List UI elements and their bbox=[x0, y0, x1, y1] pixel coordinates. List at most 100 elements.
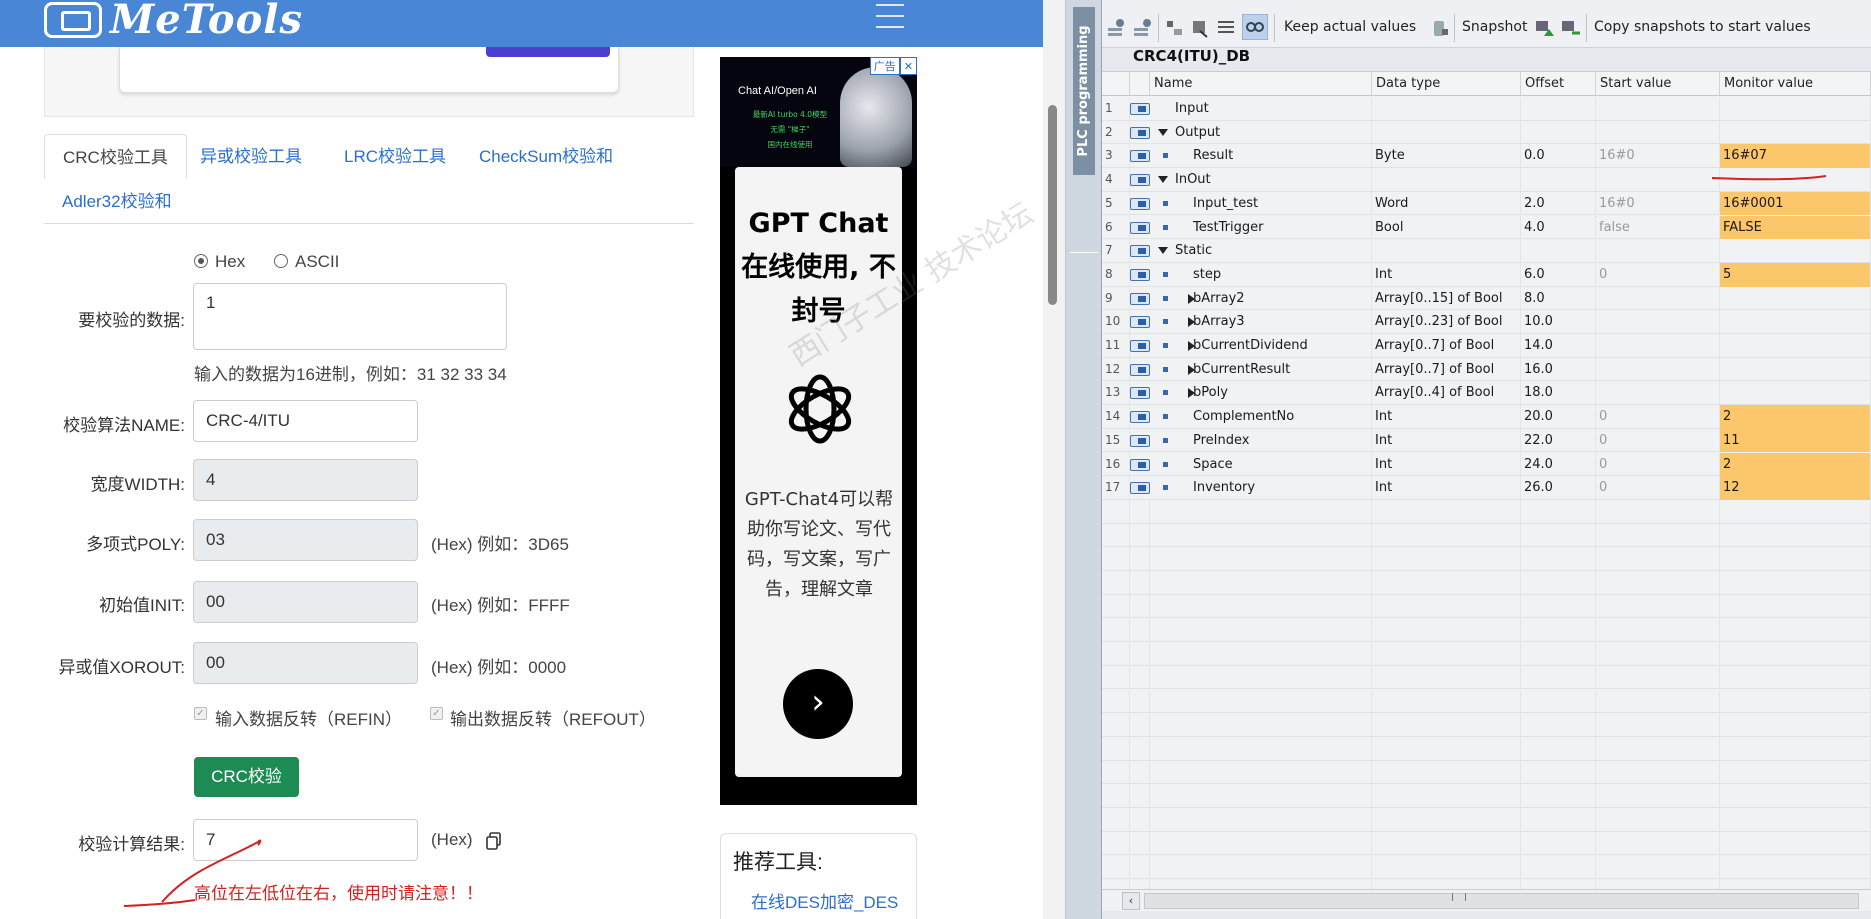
keep-actual-values-button[interactable]: Keep actual values bbox=[1284, 19, 1416, 35]
width-input[interactable]: 4 bbox=[193, 459, 418, 501]
member-start-value[interactable] bbox=[1596, 120, 1720, 145]
insert-row-icon[interactable] bbox=[1106, 18, 1126, 38]
member-name[interactable]: PreIndex bbox=[1190, 428, 1372, 453]
refin-checkbox[interactable]: ✓ bbox=[194, 707, 207, 720]
member-data-type[interactable] bbox=[1372, 120, 1521, 145]
member-data-type[interactable]: Array[0..4] of Bool bbox=[1372, 381, 1521, 406]
member-data-type[interactable]: Int bbox=[1372, 405, 1521, 429]
recommend-link[interactable]: 在线DES加密_DES bbox=[751, 888, 898, 913]
tab-xor[interactable]: 异或校验工具 bbox=[182, 134, 320, 179]
scrollbar-track[interactable] bbox=[1144, 893, 1859, 909]
name-input[interactable]: CRC-4/ITU bbox=[193, 400, 418, 442]
member-data-type[interactable]: Array[0..15] of Bool bbox=[1372, 286, 1521, 311]
ad-banner[interactable]: Chat AI/Open AI 最新AI turbo 4.0模型 无需 "梯子"… bbox=[720, 57, 917, 805]
table-row[interactable]: 9 bArray2 Array[0..15] of Bool 8.0 bbox=[1102, 286, 1871, 311]
member-start-value[interactable]: 0 bbox=[1596, 262, 1720, 287]
member-name[interactable]: Inventory bbox=[1190, 476, 1372, 500]
snapshot-button[interactable]: Snapshot bbox=[1462, 19, 1527, 35]
member-data-type[interactable]: Byte bbox=[1372, 144, 1521, 169]
member-start-value[interactable]: 16#0 bbox=[1596, 191, 1720, 216]
table-row[interactable]: 3 Result Byte 0.0 16#0 16#07 bbox=[1102, 144, 1871, 169]
scrollbar-grip-icon[interactable] bbox=[1452, 893, 1466, 901]
tab-crc[interactable]: CRC校验工具 bbox=[44, 134, 187, 179]
member-name[interactable]: Input_test bbox=[1190, 191, 1372, 216]
copy-snapshot-icon[interactable] bbox=[1560, 18, 1580, 38]
table-row[interactable]: 15 PreIndex Int 22.0 0 11 bbox=[1102, 428, 1871, 453]
data-textarea[interactable]: 1 bbox=[193, 283, 507, 350]
monitor-all-icon[interactable] bbox=[1242, 14, 1268, 40]
member-name[interactable]: step bbox=[1190, 262, 1372, 287]
table-row[interactable]: 13 bPoly Array[0..4] of Bool 18.0 bbox=[1102, 381, 1871, 406]
member-data-type[interactable]: Int bbox=[1372, 452, 1521, 477]
member-data-type[interactable]: Array[0..7] of Bool bbox=[1372, 334, 1521, 358]
add-row-icon[interactable] bbox=[1132, 18, 1152, 38]
xorout-input[interactable]: 00 bbox=[193, 642, 418, 684]
member-start-value[interactable] bbox=[1596, 334, 1720, 358]
header-monitor-value[interactable]: Monitor value bbox=[1720, 72, 1871, 96]
member-name[interactable]: bArray2 bbox=[1190, 286, 1372, 311]
member-name[interactable]: bCurrentDividend bbox=[1190, 334, 1372, 358]
tab-adler32[interactable]: Adler32校验和 bbox=[44, 179, 190, 224]
tab-checksum[interactable]: CheckSum校验和 bbox=[461, 134, 631, 179]
ad-card[interactable]: GPT Chat 在线使用, 不封号 GPT-Chat4可以帮助你写论文、写代码… bbox=[735, 167, 902, 777]
page-scrollbar[interactable] bbox=[1043, 0, 1065, 919]
tab-lrc[interactable]: LRC校验工具 bbox=[326, 134, 464, 179]
member-start-value[interactable] bbox=[1596, 168, 1720, 192]
member-data-type[interactable]: Int bbox=[1372, 428, 1521, 453]
member-data-type[interactable]: Int bbox=[1372, 476, 1521, 500]
table-row[interactable]: 7 Static bbox=[1102, 239, 1871, 263]
member-name[interactable]: Static bbox=[1172, 239, 1372, 263]
site-logo[interactable]: MeTools bbox=[44, 0, 303, 40]
collapse-arrow-icon[interactable] bbox=[1158, 247, 1168, 255]
table-row[interactable]: 4 InOut bbox=[1102, 168, 1871, 192]
table-row[interactable]: 14 ComplementNo Int 20.0 0 2 bbox=[1102, 405, 1871, 429]
member-data-type[interactable]: Bool bbox=[1372, 215, 1521, 240]
poly-input[interactable]: 03 bbox=[193, 519, 418, 561]
member-start-value[interactable] bbox=[1596, 381, 1720, 406]
member-start-value[interactable]: 0 bbox=[1596, 476, 1720, 500]
collapse-arrow-icon[interactable] bbox=[1158, 128, 1168, 136]
scroll-left-arrow-icon[interactable]: ‹ bbox=[1122, 892, 1140, 910]
load-snapshot-icon[interactable] bbox=[1534, 18, 1554, 38]
member-name[interactable]: ComplementNo bbox=[1190, 405, 1372, 429]
member-name[interactable]: InOut bbox=[1172, 168, 1372, 192]
ascii-radio[interactable] bbox=[274, 254, 288, 268]
table-row[interactable]: 12 bCurrentResult Array[0..7] of Bool 16.0 bbox=[1102, 357, 1871, 382]
member-name[interactable]: bPoly bbox=[1190, 381, 1372, 406]
table-h-scrollbar[interactable]: ‹ bbox=[1102, 889, 1871, 911]
init-input[interactable]: 00 bbox=[193, 581, 418, 623]
member-name[interactable]: bCurrentResult bbox=[1190, 357, 1372, 382]
member-data-type[interactable]: Int bbox=[1372, 262, 1521, 287]
member-start-value[interactable] bbox=[1596, 357, 1720, 382]
table-row[interactable]: 5 Input_test Word 2.0 16#0 16#0001 bbox=[1102, 191, 1871, 216]
member-start-value[interactable]: 0 bbox=[1596, 428, 1720, 453]
member-data-type[interactable]: Word bbox=[1372, 191, 1521, 216]
hamburger-menu-icon[interactable] bbox=[876, 4, 904, 28]
snapshot-icon[interactable] bbox=[1430, 18, 1450, 38]
ad-badge[interactable]: 广告 ✕ bbox=[869, 57, 917, 75]
table-row[interactable]: 2 Output bbox=[1102, 120, 1871, 145]
result-input[interactable]: 7 bbox=[193, 819, 418, 861]
table-row[interactable]: 17 Inventory Int 26.0 0 12 bbox=[1102, 476, 1871, 500]
ad-arrow-icon[interactable]: › bbox=[783, 669, 853, 739]
table-row[interactable]: 6 TestTrigger Bool 4.0 false FALSE bbox=[1102, 215, 1871, 240]
member-name[interactable]: bArray3 bbox=[1190, 310, 1372, 334]
header-data-type[interactable]: Data type bbox=[1372, 72, 1521, 96]
list-view-icon[interactable] bbox=[1216, 18, 1236, 38]
collapse-all-icon[interactable] bbox=[1190, 18, 1210, 38]
header-name[interactable]: Name bbox=[1150, 72, 1372, 96]
member-name[interactable]: Result bbox=[1190, 144, 1372, 169]
member-data-type[interactable]: Array[0..23] of Bool bbox=[1372, 310, 1521, 334]
member-data-type[interactable] bbox=[1372, 97, 1521, 121]
member-data-type[interactable]: Array[0..7] of Bool bbox=[1372, 357, 1521, 382]
member-start-value[interactable]: false bbox=[1596, 215, 1720, 240]
member-start-value[interactable] bbox=[1596, 97, 1720, 121]
member-name[interactable]: Output bbox=[1172, 120, 1372, 145]
member-start-value[interactable] bbox=[1596, 310, 1720, 334]
expand-all-icon[interactable] bbox=[1164, 18, 1184, 38]
header-offset[interactable]: Offset bbox=[1521, 72, 1596, 96]
member-start-value[interactable] bbox=[1596, 239, 1720, 263]
hex-radio[interactable] bbox=[194, 254, 208, 268]
scrollbar-thumb[interactable] bbox=[1048, 105, 1057, 305]
ad-close-icon[interactable]: ✕ bbox=[899, 57, 917, 75]
